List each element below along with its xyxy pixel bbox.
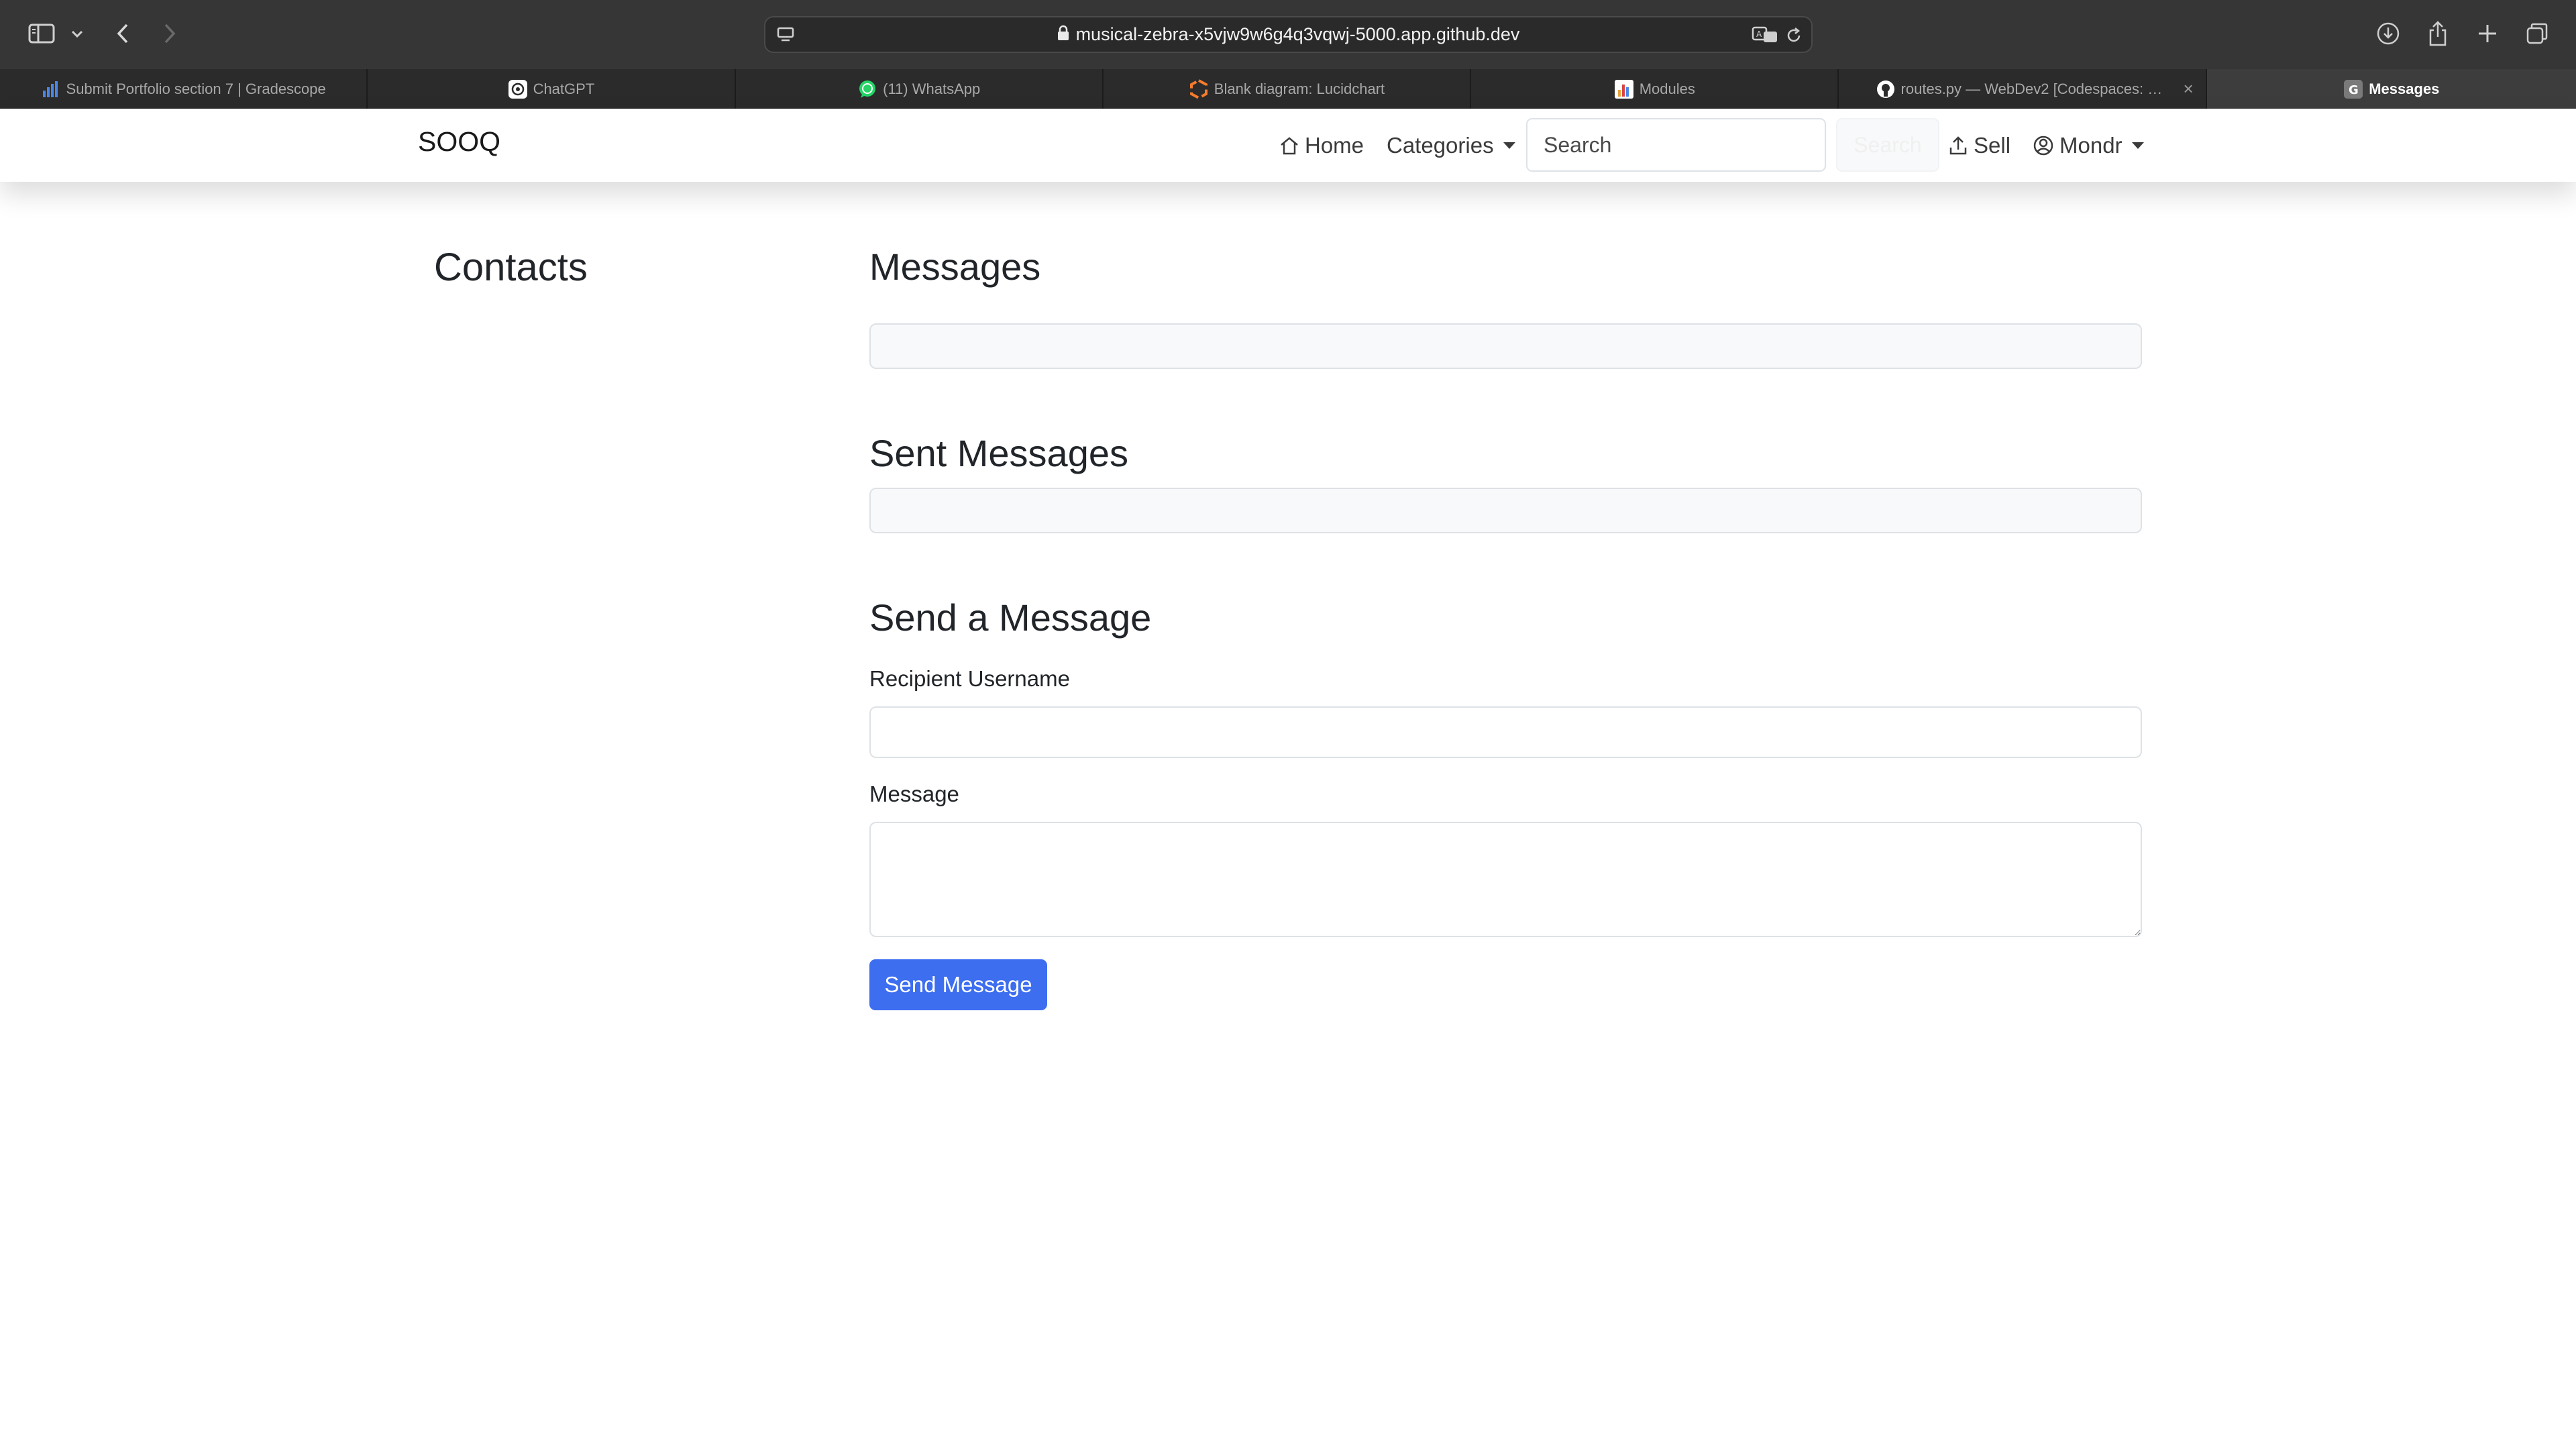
browser-toolbar: musical-zebra-x5vjw9w6g4q3vqwj-5000.app.… <box>0 0 2576 69</box>
nav-home-label: Home <box>1305 132 1364 158</box>
message-label: Message <box>869 782 959 806</box>
brand-logo[interactable]: SOOQ <box>418 126 500 158</box>
site-navbar: SOOQ Home Categories Search Sell Mondr <box>0 109 2576 182</box>
modules-icon <box>1614 79 1634 99</box>
send-message-button[interactable]: Send Message <box>869 959 1047 1010</box>
back-arrow-icon[interactable] <box>111 20 134 47</box>
tab-routes-py[interactable]: routes.py — WebDev2 [Codespaces: mus... … <box>1839 69 2207 109</box>
chatgpt-icon <box>508 79 528 99</box>
svg-text:A: A <box>1756 30 1762 39</box>
contacts-heading: Contacts <box>434 246 588 289</box>
close-tab-icon[interactable]: × <box>2184 78 2194 99</box>
tab-gradescope[interactable]: Submit Portfolio section 7 | Gradescope <box>0 69 368 109</box>
user-menu-dropdown[interactable]: Mondr <box>2033 109 2144 182</box>
user-circle-icon <box>2033 135 2054 156</box>
svg-text:G: G <box>2349 83 2359 97</box>
caret-down-icon <box>2131 142 2144 149</box>
search-input[interactable] <box>1526 118 1826 172</box>
sidebar-toggle-icon[interactable] <box>27 21 56 46</box>
house-icon <box>1279 136 1299 156</box>
nav-categories-dropdown[interactable]: Categories <box>1387 109 1515 182</box>
share-icon[interactable] <box>2424 19 2451 48</box>
sent-messages-heading: Sent Messages <box>869 432 1128 474</box>
messages-heading: Messages <box>869 246 1041 288</box>
downloads-icon[interactable] <box>2375 20 2402 47</box>
send-message-heading: Send a Message <box>869 596 1152 639</box>
upload-icon <box>1948 136 1968 156</box>
tab-chatgpt[interactable]: ChatGPT <box>368 69 736 109</box>
recipient-username-label: Recipient Username <box>869 666 1070 691</box>
lucidchart-icon <box>1189 78 1209 99</box>
tab-bar: Submit Portfolio section 7 | Gradescope … <box>0 69 2576 109</box>
message-textarea[interactable] <box>869 822 2142 937</box>
tab-lucidchart[interactable]: Blank diagram: Lucidchart <box>1104 69 1472 109</box>
tab-whatsapp[interactable]: (11) WhatsApp <box>736 69 1104 109</box>
tab-overview-icon[interactable] <box>2524 20 2551 47</box>
messages-tab-icon: G <box>2343 79 2363 99</box>
nav-sell[interactable]: Sell <box>1948 109 2010 182</box>
chevron-down-icon[interactable] <box>68 25 86 43</box>
messages-list <box>869 323 2142 369</box>
whatsapp-icon <box>857 79 877 99</box>
url-text: musical-zebra-x5vjw9w6g4q3vqwj-5000.app.… <box>1075 24 1520 44</box>
search-button[interactable]: Search <box>1836 118 1939 172</box>
nav-home[interactable]: Home <box>1279 109 1364 182</box>
recipient-username-input[interactable] <box>869 706 2142 758</box>
translate-icon[interactable]: A <box>1752 25 1778 44</box>
user-name: Mondr <box>2059 132 2123 158</box>
address-bar[interactable]: musical-zebra-x5vjw9w6g4q3vqwj-5000.app.… <box>764 16 1813 53</box>
tab-messages[interactable]: G Messages <box>2206 69 2576 109</box>
gradescope-icon <box>41 79 61 99</box>
tab-modules[interactable]: Modules <box>1471 69 1839 109</box>
new-tab-icon[interactable] <box>2474 20 2501 47</box>
reload-icon[interactable] <box>1784 25 1804 46</box>
nav-categories-label: Categories <box>1387 132 1494 158</box>
forward-arrow-icon[interactable] <box>158 20 181 47</box>
nav-sell-label: Sell <box>1974 132 2011 158</box>
lock-icon <box>1057 18 1069 52</box>
sent-messages-list <box>869 488 2142 533</box>
caret-down-icon <box>1503 142 1515 149</box>
github-icon <box>1876 79 1896 99</box>
